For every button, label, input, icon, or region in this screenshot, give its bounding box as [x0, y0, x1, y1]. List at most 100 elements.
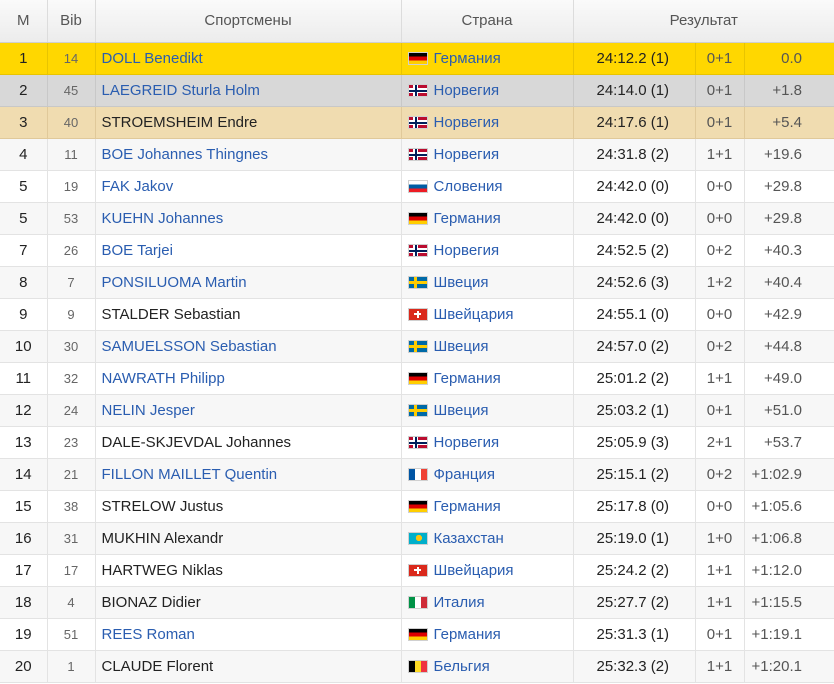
time-cell: 24:12.2 (1): [573, 42, 696, 75]
athlete-name-link[interactable]: DOLL Benedikt: [102, 50, 203, 67]
country-link[interactable]: Германия: [434, 50, 501, 67]
bib-cell: 32: [47, 362, 96, 395]
country-cell: Швеция: [401, 266, 574, 299]
bib-cell: 1: [47, 650, 96, 683]
bib-cell: 7: [47, 266, 96, 299]
athlete-name-link[interactable]: SAMUELSSON Sebastian: [102, 338, 277, 355]
behind-cell: +1:15.5: [744, 586, 834, 619]
athlete-name-link[interactable]: FAK Jakov: [102, 178, 174, 195]
behind-cell: +1:20.1: [744, 650, 834, 683]
penalties-cell: 0+1: [695, 74, 745, 107]
athlete-name-link[interactable]: LAEGREID Sturla Holm: [102, 82, 260, 99]
country-cell: Норвегия: [401, 74, 574, 107]
country-cell: Бельгия: [401, 650, 574, 683]
country-link[interactable]: Швейцария: [434, 562, 514, 579]
athlete-cell: SAMUELSSON Sebastian: [95, 330, 402, 363]
athlete-name-link[interactable]: REES Roman: [102, 626, 195, 643]
country-cell: Франция: [401, 458, 574, 491]
behind-cell: +1:12.0: [744, 554, 834, 587]
time-cell: 24:17.6 (1): [573, 106, 696, 139]
rank-cell: 2: [0, 74, 48, 107]
header-rank[interactable]: М: [0, 0, 48, 43]
behind-cell: +40.4: [744, 266, 834, 299]
behind-cell: +5.4: [744, 106, 834, 139]
country-link[interactable]: Германия: [434, 370, 501, 387]
germany-flag-icon: [407, 211, 428, 225]
time-cell: 25:05.9 (3): [573, 426, 696, 459]
header-result[interactable]: Результат: [573, 0, 834, 43]
athlete-name-link[interactable]: BOE Johannes Thingnes: [102, 146, 269, 163]
behind-cell: +29.8: [744, 202, 834, 235]
rank-cell: 15: [0, 490, 48, 523]
penalties-cell: 1+1: [695, 650, 745, 683]
penalties-cell: 2+1: [695, 426, 745, 459]
athlete-name-link[interactable]: NAWRATH Philipp: [102, 370, 225, 387]
athlete-name-link[interactable]: KUEHN Johannes: [102, 210, 224, 227]
country-link[interactable]: Норвегия: [434, 242, 500, 259]
country-link[interactable]: Казахстан: [434, 530, 504, 547]
time-cell: 24:52.5 (2): [573, 234, 696, 267]
athlete-name-link[interactable]: PONSILUOMA Martin: [102, 274, 247, 291]
header-country[interactable]: Страна: [401, 0, 574, 43]
athlete-name-link[interactable]: BOE Tarjei: [102, 242, 173, 259]
athlete-name-link[interactable]: FILLON MAILLET Quentin: [102, 466, 278, 483]
rank-cell: 20: [0, 650, 48, 683]
country-link[interactable]: Швеция: [434, 274, 489, 291]
table-row: 1 14 DOLL Benedikt Германия 24:12.2 (1) 0+1 0.…: [0, 42, 834, 75]
country-link[interactable]: Германия: [434, 210, 501, 227]
athlete-cell: REES Roman: [95, 618, 402, 651]
athlete-cell: MUKHIN Alexandr: [95, 522, 402, 555]
bib-cell: 17: [47, 554, 96, 587]
country-link[interactable]: Норвегия: [434, 146, 500, 163]
time-cell: 25:03.2 (1): [573, 394, 696, 427]
country-cell: Швейцария: [401, 298, 574, 331]
time-cell: 24:52.6 (3): [573, 266, 696, 299]
country-cell: Швеция: [401, 394, 574, 427]
results-table: М Bib Спортсмены Страна Результат 1 14 DOL…: [0, 0, 834, 683]
country-link[interactable]: Германия: [434, 498, 501, 515]
athlete-cell: FILLON MAILLET Quentin: [95, 458, 402, 491]
table-row: 9 9 STALDER Sebastian Швейцария 24:55.1 (0) 0…: [0, 298, 834, 331]
country-link[interactable]: Швейцария: [434, 306, 514, 323]
rank-cell: 3: [0, 106, 48, 139]
athlete-cell: HARTWEG Niklas: [95, 554, 402, 587]
table-row: 12 24 NELIN Jesper Швеция 25:03.2 (1) 0+1 +51.…: [0, 394, 834, 427]
rank-cell: 5: [0, 202, 48, 235]
table-row: 17 17 HARTWEG Niklas Швейцария 25:24.2 (2) 1+…: [0, 554, 834, 587]
country-link[interactable]: Франция: [434, 466, 495, 483]
rank-cell: 9: [0, 298, 48, 331]
athlete-cell: BOE Tarjei: [95, 234, 402, 267]
table-row: 2 45 LAEGREID Sturla Holm Норвегия 24:14.0 (…: [0, 74, 834, 107]
table-row: 8 7 PONSILUOMA Martin Швеция 24:52.6 (3) 1+2 +…: [0, 266, 834, 299]
bib-cell: 26: [47, 234, 96, 267]
penalties-cell: 0+1: [695, 394, 745, 427]
time-cell: 24:55.1 (0): [573, 298, 696, 331]
behind-cell: +1.8: [744, 74, 834, 107]
country-link[interactable]: Италия: [434, 594, 485, 611]
rank-cell: 5: [0, 170, 48, 203]
penalties-cell: 0+0: [695, 490, 745, 523]
norway-flag-icon: [407, 243, 428, 257]
athlete-name: STRELOW Justus: [101, 497, 224, 515]
header-bib[interactable]: Bib: [47, 0, 96, 43]
table-row: 11 32 NAWRATH Philipp Германия 25:01.2 (2) 1+…: [0, 362, 834, 395]
time-cell: 24:57.0 (2): [573, 330, 696, 363]
country-link[interactable]: Германия: [434, 626, 501, 643]
country-link[interactable]: Норвегия: [434, 114, 500, 131]
header-athletes[interactable]: Спортсмены: [95, 0, 402, 43]
behind-cell: +44.8: [744, 330, 834, 363]
bib-cell: 4: [47, 586, 96, 619]
country-link[interactable]: Швеция: [434, 338, 489, 355]
penalties-cell: 0+1: [695, 106, 745, 139]
germany-flag-icon: [407, 51, 428, 65]
country-link[interactable]: Норвегия: [434, 82, 500, 99]
country-link[interactable]: Словения: [434, 178, 503, 195]
bib-cell: 30: [47, 330, 96, 363]
country-link[interactable]: Швеция: [434, 402, 489, 419]
athlete-name-link[interactable]: NELIN Jesper: [102, 402, 195, 419]
country-cell: Германия: [401, 362, 574, 395]
country-link[interactable]: Бельгия: [434, 658, 490, 675]
athlete-cell: FAK Jakov: [95, 170, 402, 203]
table-row: 15 38 STRELOW Justus Германия 25:17.8 (0) 0+0…: [0, 490, 834, 523]
country-link[interactable]: Норвегия: [434, 434, 500, 451]
